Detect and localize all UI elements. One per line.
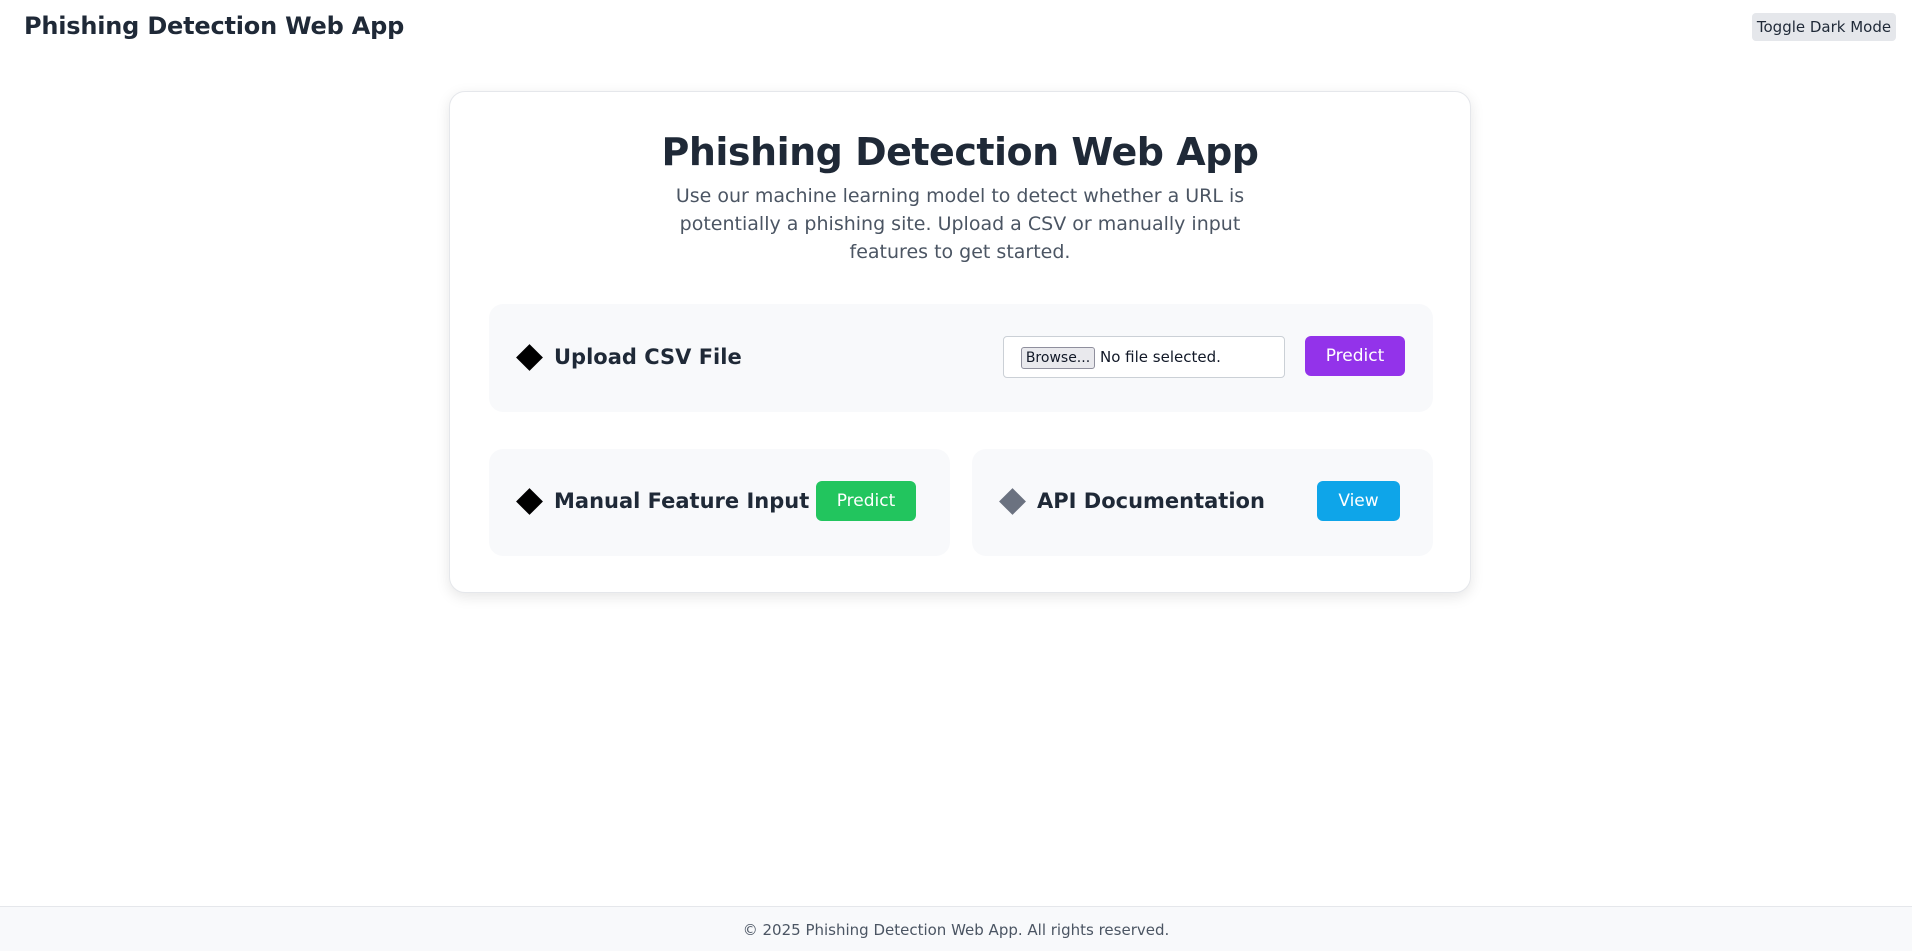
app-title: Phishing Detection Web App [24, 12, 405, 40]
file-input[interactable]: Browse... No file selected. [1003, 336, 1285, 378]
upload-predict-button[interactable]: Predict [1305, 336, 1405, 376]
upload-csv-label: Upload CSV File [554, 345, 742, 369]
top-bar: Phishing Detection Web App Toggle Dark M… [0, 0, 1912, 56]
footer: © 2025 Phishing Detection Web App. All r… [0, 906, 1912, 951]
file-status-text: No file selected. [1100, 348, 1221, 366]
main-card: Phishing Detection Web App Use our machi… [449, 91, 1471, 593]
api-documentation-label: API Documentation [1037, 489, 1265, 513]
page-title: Phishing Detection Web App [661, 130, 1259, 174]
toggle-dark-mode-button[interactable]: Toggle Dark Mode [1752, 13, 1896, 41]
manual-input-panel: Manual Feature Input Predict [489, 449, 950, 556]
diamond-icon [516, 344, 543, 371]
browse-button[interactable]: Browse... [1021, 347, 1095, 369]
diamond-icon [516, 488, 543, 515]
diamond-icon [999, 488, 1026, 515]
api-documentation-panel: API Documentation View [972, 449, 1433, 556]
manual-input-label: Manual Feature Input [554, 489, 810, 513]
api-view-button[interactable]: View [1317, 481, 1400, 521]
upload-csv-panel: Upload CSV File Browse... No file select… [489, 304, 1433, 412]
page-description: Use our machine learning model to detect… [675, 185, 1245, 263]
manual-predict-button[interactable]: Predict [816, 481, 916, 521]
footer-copyright: © 2025 Phishing Detection Web App. All r… [742, 921, 1170, 939]
